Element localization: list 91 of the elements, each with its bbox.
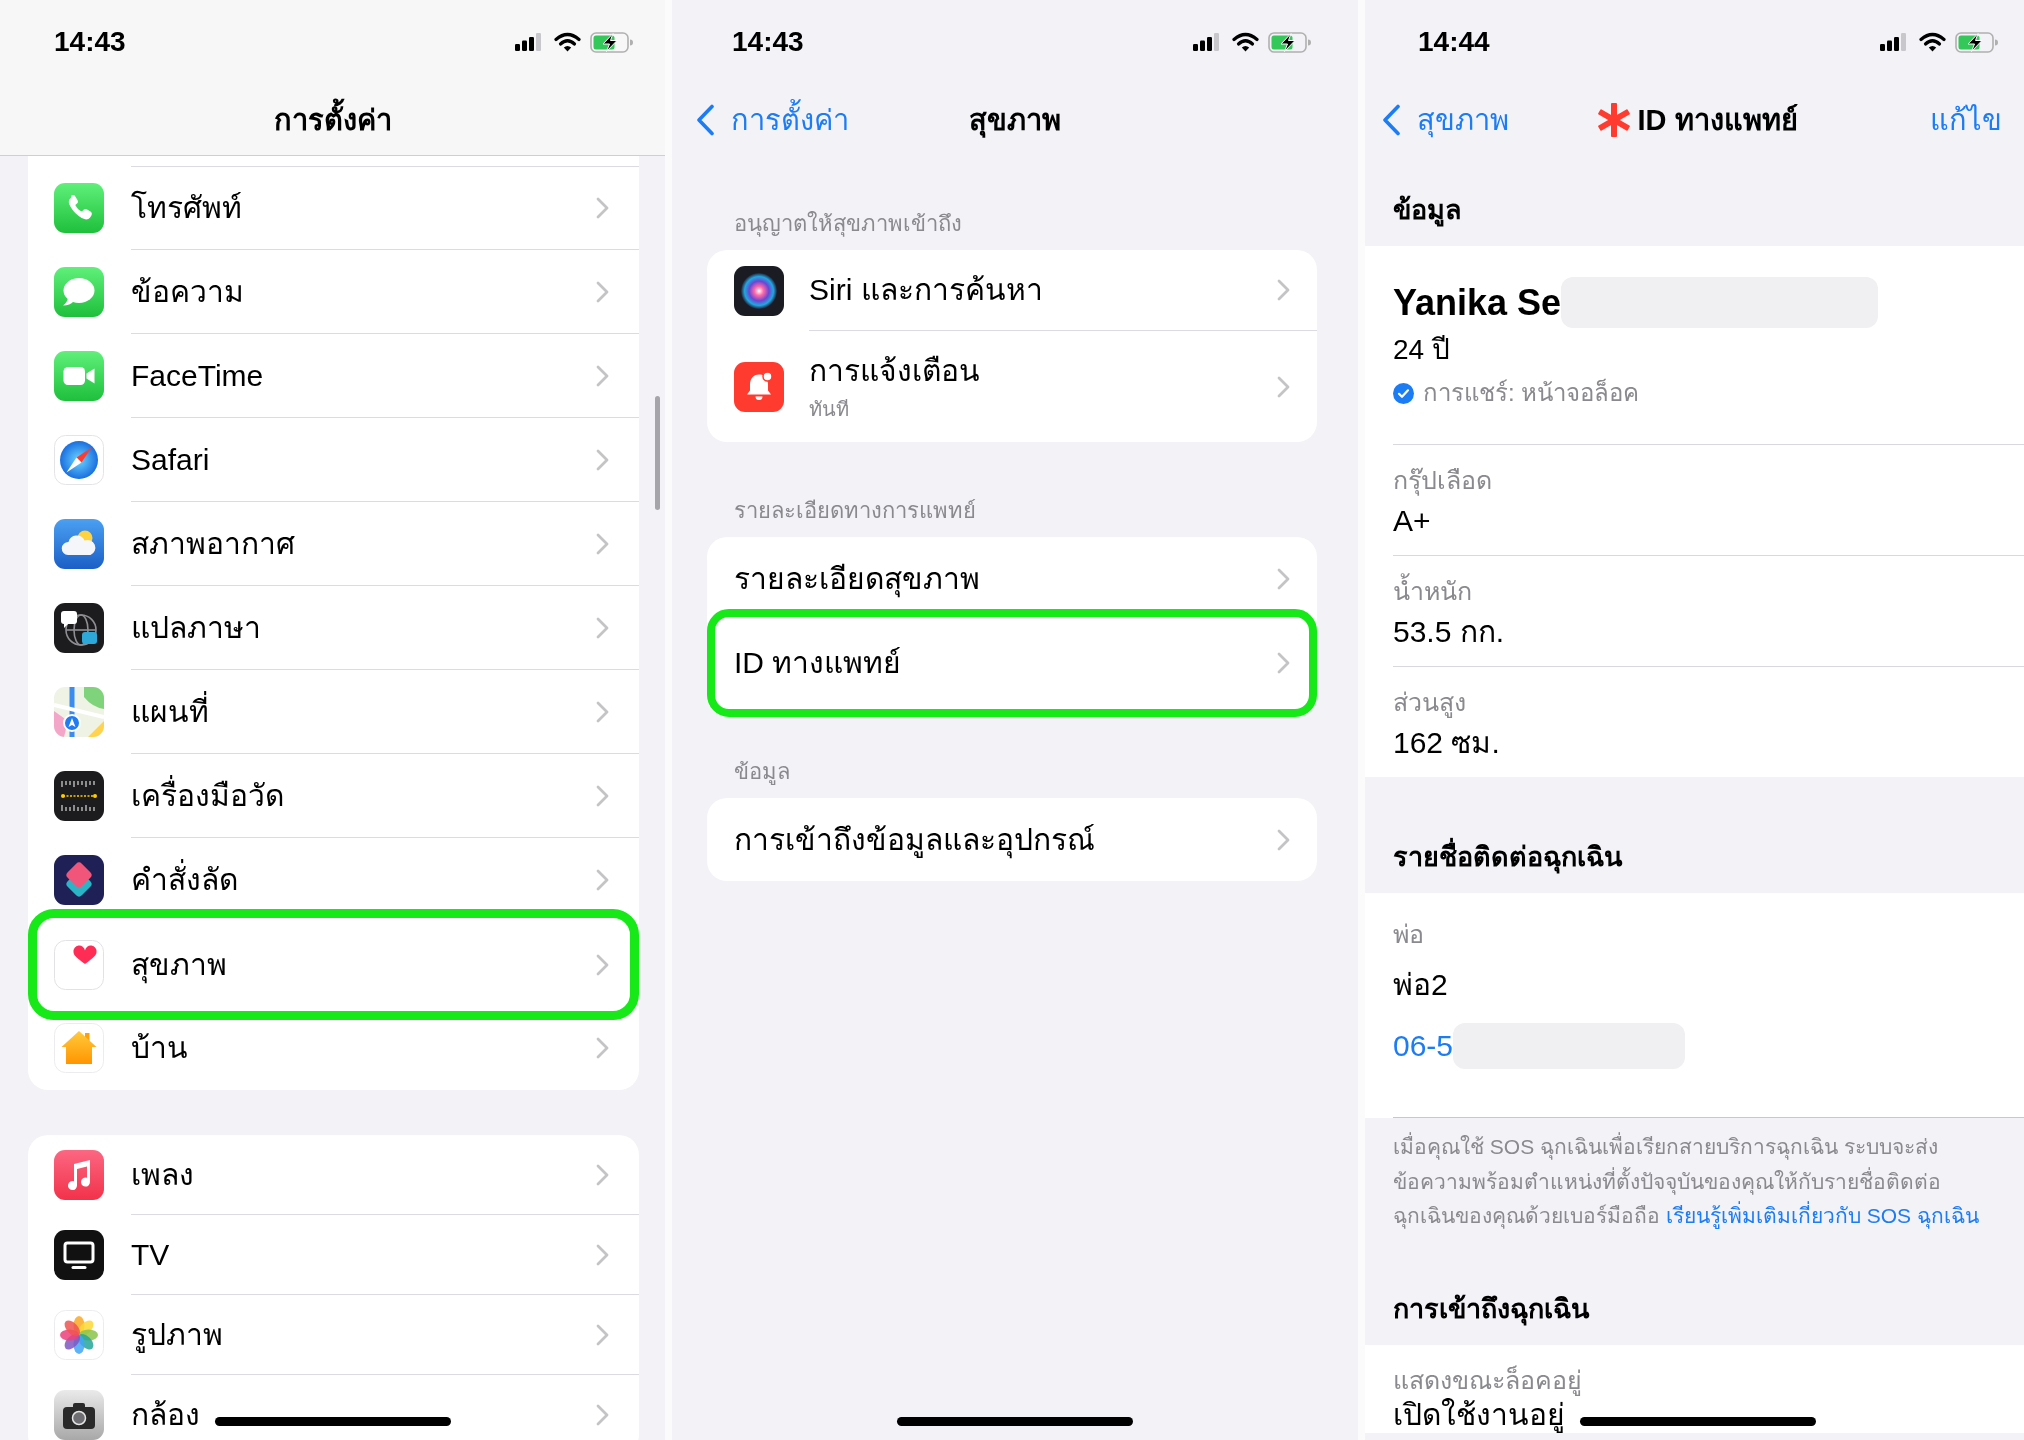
settings-row[interactable]: แปลภาษา: [28, 586, 639, 670]
chevron-right-icon: [596, 869, 609, 891]
speech-bubble-icon: [54, 267, 104, 317]
back-button[interactable]: การตั้งค่า: [696, 101, 849, 138]
asterisk-icon: [1598, 102, 1631, 137]
section-header: ข้อมูล: [734, 759, 790, 785]
menu-row[interactable]: รายละเอียดสุขภาพ: [707, 537, 1317, 609]
chevron-right-icon: [596, 784, 609, 807]
chevron-right-icon: [596, 1404, 609, 1426]
person-name: Yanika Se: [1393, 280, 1562, 325]
nav-title: สุขภาพ: [969, 102, 1061, 138]
tv-icon: [54, 1230, 104, 1280]
chevron-left-icon: [1382, 103, 1401, 136]
chevron-left-icon: [696, 103, 715, 136]
wifi-icon: [1232, 32, 1259, 52]
chevron-right-icon: [596, 700, 609, 723]
edit-button[interactable]: แก้ไข: [1930, 101, 2002, 138]
cloud-sun-icon: [54, 519, 104, 569]
section-header: อนุญาตให้สุขภาพเข้าถึง: [734, 211, 962, 237]
compass-icon: [54, 435, 104, 485]
ruler-icon: [54, 771, 104, 821]
section-header: การเข้าถึงฉุกเฉิน: [1393, 1293, 1589, 1324]
settings-row[interactable]: คำสั่งลัด: [28, 838, 639, 909]
map-icon: [54, 687, 104, 737]
settings-row[interactable]: เครื่องมือวัด: [28, 754, 639, 838]
settings-row[interactable]: บ้าน: [28, 1020, 639, 1090]
contact-name: พ่อ2: [1393, 967, 1448, 1003]
menu-row[interactable]: การแจ้งเตือน ทันที: [707, 331, 1317, 442]
chevron-right-icon: [596, 197, 609, 219]
layered-shapes-icon: [54, 855, 104, 905]
video-camera-icon: [54, 351, 104, 401]
sharing-status: การแชร์: หน้าจอล็อค: [1423, 378, 1640, 408]
settings-row[interactable]: เพลง: [28, 1135, 639, 1215]
status-time: 14:43: [732, 25, 804, 59]
settings-row[interactable]: แผนที่: [28, 670, 639, 754]
nav-title: ID ทางแพทย์: [1637, 102, 1798, 138]
chevron-right-icon: [596, 532, 609, 555]
wifi-icon: [554, 32, 581, 52]
chevron-right-icon: [1277, 652, 1290, 674]
glowing-orb-icon: [734, 265, 784, 316]
house-icon: [54, 1023, 104, 1073]
battery-charging-icon: [1955, 31, 1999, 53]
settings-row[interactable]: FaceTime: [28, 334, 639, 418]
settings-row[interactable]: โทรศัพท์: [28, 166, 639, 250]
chevron-right-icon: [1277, 375, 1290, 398]
field-label: แสดงขณะล็อคอยู่: [1393, 1364, 1582, 1395]
settings-row[interactable]: รูปภาพ: [28, 1295, 639, 1375]
settings-row[interactable]: Safari: [28, 418, 639, 502]
menu-row[interactable]: การเข้าถึงข้อมูลและอุปกรณ์: [707, 798, 1317, 881]
field-label: กรุ๊ปเลือด: [1393, 465, 1492, 495]
chevron-right-icon: [596, 1243, 609, 1266]
back-button[interactable]: สุขภาพ: [1382, 101, 1509, 138]
field-label: ส่วนสูง: [1393, 687, 1466, 717]
wifi-icon: [1919, 32, 1946, 52]
field-value: เปิดใช้งานอยู่: [1393, 1396, 1565, 1433]
chevron-right-icon: [596, 280, 609, 303]
chevron-right-icon: [596, 953, 609, 976]
chevron-right-icon: [1277, 279, 1290, 301]
camera-icon: [54, 1390, 104, 1440]
chevron-right-icon: [596, 1323, 609, 1346]
status-time: 14:44: [1418, 25, 1490, 59]
section-header: รายละเอียดทางการแพทย์: [734, 498, 976, 524]
chevron-right-icon: [596, 1163, 609, 1186]
chevron-right-icon: [1277, 828, 1290, 851]
status-time: 14:43: [54, 25, 126, 59]
menu-row[interactable]: ID ทางแพทย์: [707, 609, 1317, 717]
battery-charging-icon: [590, 31, 634, 53]
flower-icon: [54, 1310, 104, 1360]
phone-icon: [54, 183, 104, 233]
music-note-icon: [54, 1150, 104, 1200]
chevron-right-icon: [596, 364, 609, 387]
settings-row[interactable]: TV: [28, 1215, 639, 1295]
sos-note: เมื่อคุณใช้ SOS ฉุกเฉินเพื่อเรียกสายบริการฉุกเฉิน ระบบจะส่งข้อความพร้อมตำแหน่งที่ตั้งปัจจุบันของคุณให้กับรายชื่อติดต่อฉุกเฉินของคุณด้วยเบอร์มือถือ เรียนรู้เพิ่มเติมเกี่ยวกับ SOS ฉุกเฉิน: [1393, 1130, 1999, 1234]
field-value: A+: [1393, 503, 1431, 539]
chevron-right-icon: [1277, 567, 1290, 590]
chevron-right-icon: [596, 448, 609, 471]
section-header: ข้อมูล: [1393, 195, 1462, 225]
phone-link[interactable]: 06-5: [1393, 1026, 1454, 1066]
bell-icon: [734, 361, 784, 412]
settings-row[interactable]: สภาพอากาศ: [28, 502, 639, 586]
chevron-right-icon: [596, 1037, 609, 1059]
menu-row[interactable]: Siri และการค้นหา: [707, 250, 1317, 331]
settings-row[interactable]: สุขภาพ: [28, 909, 639, 1020]
contact-relation: พ่อ: [1393, 919, 1424, 949]
age-text: 24 ปี: [1393, 333, 1450, 367]
field-value: 53.5 กก.: [1393, 614, 1505, 650]
battery-charging-icon: [1268, 31, 1312, 53]
field-value: 162 ซม.: [1393, 725, 1500, 761]
settings-row[interactable]: ข้อความ: [28, 250, 639, 334]
globe-speech-icon: [54, 603, 104, 653]
chevron-right-icon: [596, 616, 609, 639]
